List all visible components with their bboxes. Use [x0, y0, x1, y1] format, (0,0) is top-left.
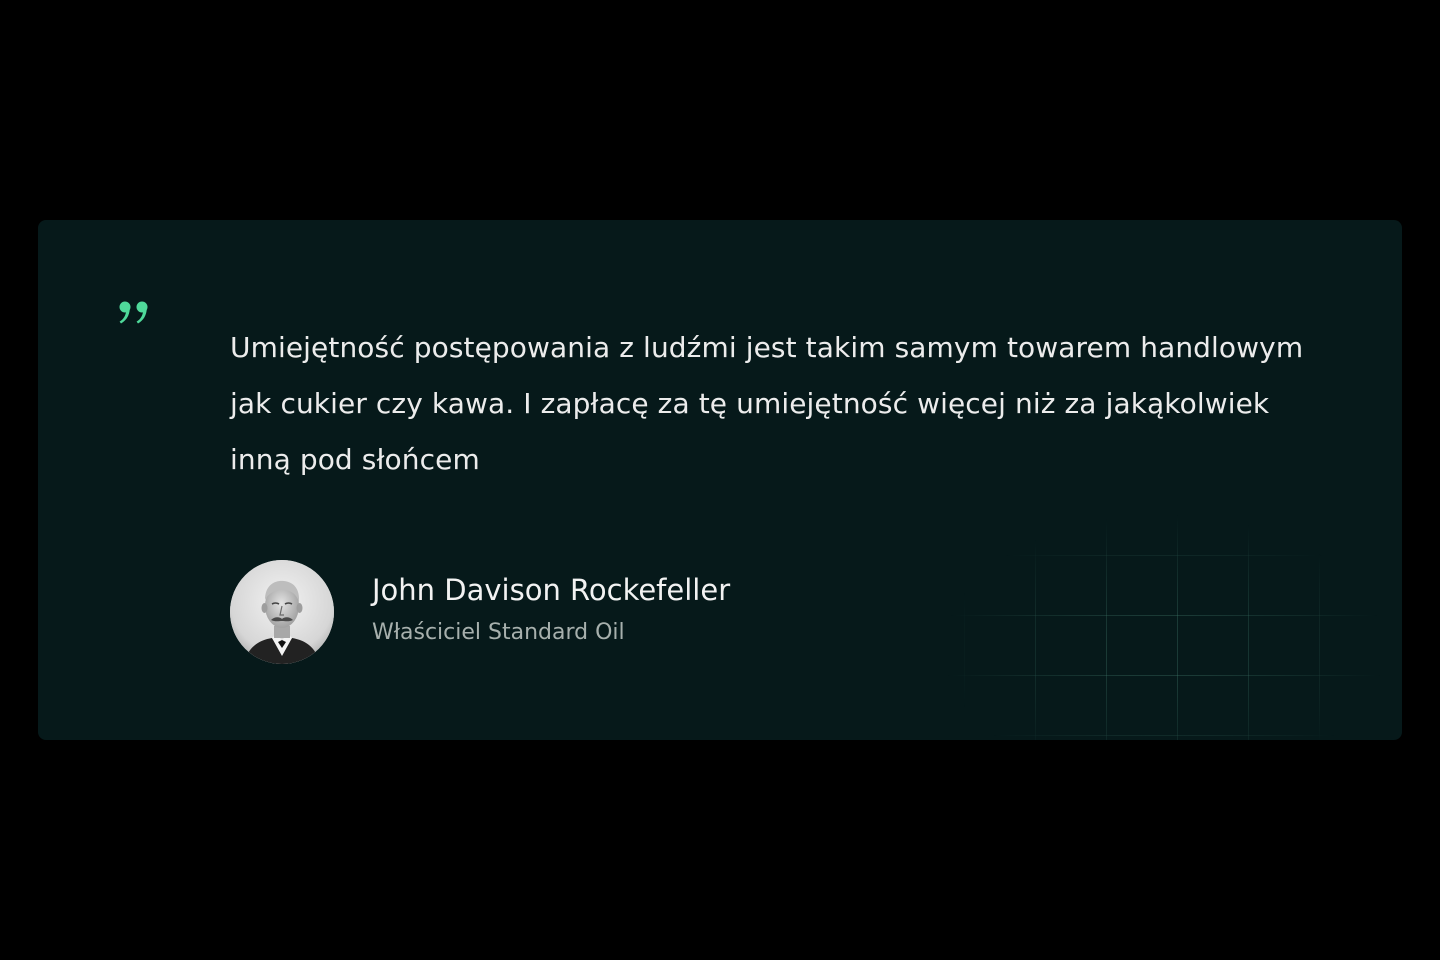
author-name: John Davison Rockefeller — [372, 573, 731, 607]
avatar — [230, 560, 334, 664]
author-block: John Davison Rockefeller Właściciel Stan… — [230, 560, 730, 664]
quote-text: Umiejętność postępowania z ludźmi jest t… — [230, 331, 1304, 476]
author-info: John Davison Rockefeller Właściciel Stan… — [372, 570, 730, 654]
author-role: Właściciel Standard Oil — [372, 620, 625, 645]
quote-mark-icon — [116, 296, 156, 336]
grid-pattern-decoration — [878, 470, 1398, 740]
testimonial-card: Umiejętność postępowania z ludźmi jest t… — [38, 220, 1402, 740]
